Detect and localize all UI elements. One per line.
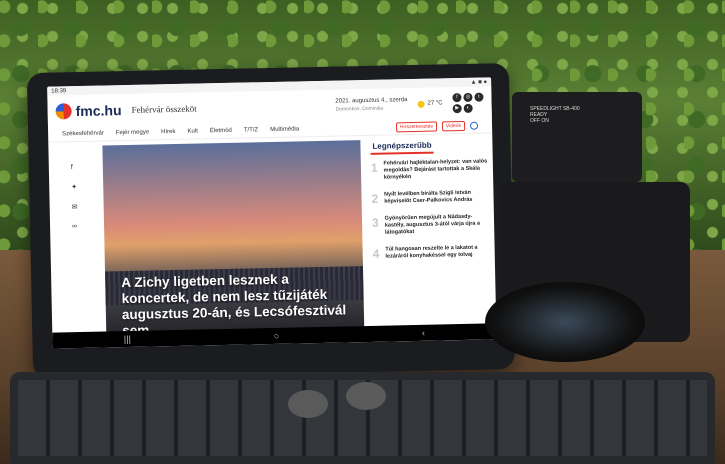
speedlight-flash: SPEEDLIGHT SB-400 READY OFF ON: [512, 92, 642, 182]
tablet-device: 18:39 ▲ ■ ● fmc.hu Fehérvár összeköt 202…: [26, 62, 516, 380]
list-item-text[interactable]: Gyönyörűen megújult a Nádasdy-kastély, a…: [385, 213, 493, 236]
list-item-number: 2: [371, 191, 379, 206]
sun-icon: [417, 100, 425, 108]
list-item-number: 3: [371, 215, 379, 230]
logo-icon: [55, 103, 72, 120]
flash-label: SPEEDLIGHT SB-400 READY OFF ON: [530, 106, 580, 124]
home-icon[interactable]: ○: [274, 331, 280, 341]
list-item-number: 1: [370, 160, 378, 175]
tablet-screen: 18:39 ▲ ■ ● fmc.hu Fehérvár összeköt 202…: [47, 77, 497, 349]
list-item[interactable]: 3 Gyönyörűen megújult a Nádasdy-kastély,…: [372, 213, 492, 237]
hero-article[interactable]: A Zichy ligetben lesznek a koncertek, de…: [102, 140, 365, 346]
nav-item-ttz[interactable]: T/T/Z: [244, 127, 258, 133]
status-time: 18:39: [51, 87, 67, 95]
list-item-text[interactable]: Túl hangosan reszelte le a lakatot a lez…: [385, 244, 493, 260]
flash-offon: OFF ON: [530, 118, 549, 124]
nav-item-szekesfehervar[interactable]: Székesfehérvár: [62, 130, 104, 137]
nameday-text: Domonkos, Dominika: [335, 105, 384, 113]
facebook-icon[interactable]: f: [452, 92, 462, 103]
videos-button[interactable]: Videók: [441, 120, 466, 132]
link-icon[interactable]: ∞: [72, 223, 78, 230]
mode-icon[interactable]: ◐: [463, 103, 473, 113]
nav-item-eletmod[interactable]: Életmód: [210, 128, 232, 134]
newsroom-button[interactable]: Hírszerkesztés: [395, 121, 437, 133]
back-icon[interactable]: ‹: [422, 328, 425, 338]
nav-item-fejer-megye[interactable]: Fejér megye: [116, 130, 149, 137]
share-bar: f ✦ ✉ ∞: [71, 164, 78, 230]
list-item[interactable]: 2 Nyílt levélben bírálta Szigli István k…: [371, 189, 491, 206]
mail-icon[interactable]: ✉: [72, 203, 78, 211]
status-icons: ▲ ■ ●: [470, 78, 488, 86]
nav-item-kult[interactable]: Kult: [187, 129, 197, 135]
date-box: 2021. augusztus 4., szerda Domonkos, Dom…: [335, 96, 407, 114]
social-links: f ◎ t ▶ ◐: [452, 92, 484, 114]
sidebar-title: Legnépszerűbb: [370, 138, 434, 155]
logo-text: fmc.hu: [75, 102, 122, 120]
earphones: [288, 382, 398, 422]
main-content: f ✦ ✉ ∞ A Zichy ligetben lesznek a konce…: [48, 133, 496, 346]
list-item[interactable]: 4 Túl hangosan reszelte le a lakatot a l…: [373, 244, 493, 261]
lens: [485, 282, 645, 362]
nav-item-multimedia[interactable]: Multimédia: [270, 126, 299, 133]
photo-scene: 18:39 ▲ ■ ● fmc.hu Fehérvár összeköt 202…: [0, 0, 725, 464]
site-region: Fehérvár összeköt: [131, 103, 197, 115]
weather: 27 °C: [417, 100, 443, 108]
instagram-icon[interactable]: ◎: [463, 92, 473, 102]
nav-item-hirek[interactable]: Hírek: [161, 129, 175, 135]
twitter-icon[interactable]: t: [474, 92, 484, 102]
site-logo[interactable]: fmc.hu: [55, 102, 122, 120]
popular-sidebar: Legnépszerűbb 1 Fehérvári hajléktalan-he…: [370, 133, 493, 270]
earbud-right: [346, 382, 386, 410]
earbud-left: [288, 390, 328, 418]
facebook-share-icon[interactable]: f: [71, 164, 77, 171]
list-item-text[interactable]: Fehérvári hajléktalan-helyzet: van valós…: [383, 158, 491, 181]
temperature: 27 °C: [427, 100, 443, 107]
twitter-share-icon[interactable]: ✦: [71, 183, 77, 191]
nav-buttons: Hírszerkesztés Videók: [395, 120, 479, 133]
list-item-number: 4: [372, 246, 380, 261]
list-item-text[interactable]: Nyílt levélben bírálta Szigli István kép…: [384, 189, 492, 205]
recent-apps-icon[interactable]: |||: [124, 334, 131, 344]
search-icon[interactable]: [469, 121, 479, 130]
list-item[interactable]: 1 Fehérvári hajléktalan-helyzet: van val…: [371, 158, 491, 182]
youtube-icon[interactable]: ▶: [452, 103, 462, 114]
